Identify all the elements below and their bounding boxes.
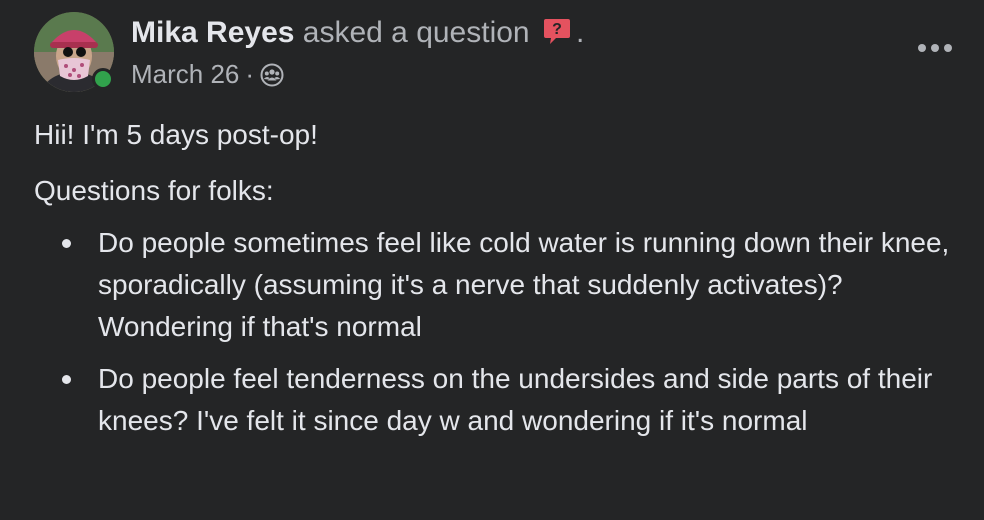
trailing-period: . [575, 16, 585, 49]
svg-text:?: ? [552, 21, 562, 38]
post-timestamp-link[interactable]: March 26 [131, 59, 239, 89]
avatar[interactable] [34, 12, 114, 92]
post-action-text: asked a question [302, 16, 530, 49]
post-meta: March 26 · [131, 58, 284, 90]
author-name-link[interactable]: Mika Reyes [131, 16, 294, 49]
post-intro: Hii! I'm 5 days post-op! [34, 119, 318, 150]
more-options-button[interactable] [910, 30, 960, 66]
question-item: Do people feel tenderness on the undersi… [62, 358, 974, 442]
meta-separator: · [245, 59, 255, 89]
post-header: Mika Reyes asked a question ? . [131, 14, 584, 52]
online-status-indicator [92, 68, 114, 90]
question-badge-icon: ? [542, 16, 572, 46]
more-horizontal-icon [918, 44, 952, 52]
post-body: Hii! I'm 5 days post-op! Questions for f… [34, 114, 974, 452]
group-icon[interactable] [260, 62, 284, 87]
post-card: Mika Reyes asked a question ? . March 26… [0, 0, 984, 520]
question-list: Do people sometimes feel like cold water… [34, 222, 974, 442]
post-lead-in: Questions for folks: [34, 175, 274, 206]
question-item: Do people sometimes feel like cold water… [62, 222, 974, 348]
